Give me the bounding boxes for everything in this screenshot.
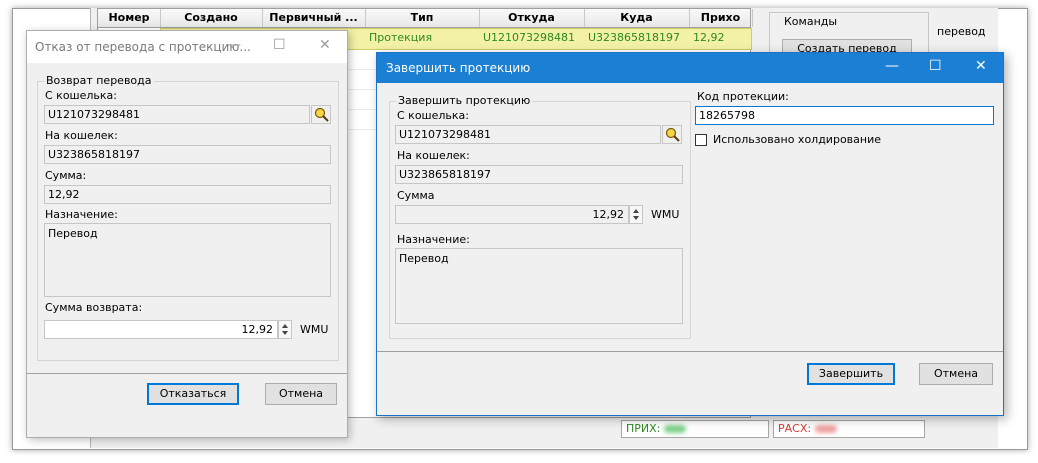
purpose-field[interactable]: Перевод (395, 248, 683, 324)
col-primary[interactable]: Первичный ... (262, 9, 366, 27)
finish-button[interactable]: Завершить (807, 363, 895, 385)
minimize-icon[interactable]: — (227, 37, 241, 53)
footer-divider (377, 351, 1003, 352)
refund-currency: WMU (300, 323, 329, 336)
income-status: ПРИХ: (621, 420, 769, 438)
amount-currency: WMU (651, 208, 680, 221)
purpose-label: Назначение: (397, 233, 470, 246)
maximize-icon[interactable]: ☐ (273, 37, 286, 53)
from-wallet-field[interactable]: U121073298481 (395, 125, 661, 144)
row-type: Протекция (369, 31, 433, 44)
purpose-field[interactable]: Перевод (44, 223, 331, 297)
expense-status: РАСХ: (773, 420, 925, 438)
row-amount: 12,92 (693, 31, 725, 44)
col-income[interactable]: Прихо (689, 9, 753, 27)
col-from[interactable]: Откуда (479, 9, 585, 27)
col-number[interactable]: Номер (98, 9, 161, 27)
holding-checkbox[interactable] (695, 134, 707, 146)
refuse-dialog: Отказ от перевода с протекцию... — ☐ ✕ В… (26, 30, 348, 438)
amount-stepper[interactable] (629, 205, 643, 224)
holding-label[interactable]: Использовано холдирование (713, 133, 881, 146)
to-label: На кошелек: (397, 149, 470, 162)
finish-protection-dialog: Завершить протекцию — ☐ ✕ Завершить прот… (376, 52, 1004, 416)
refund-amount-label: Сумма возврата: (45, 301, 143, 314)
minimize-icon[interactable]: — (885, 58, 899, 74)
expense-label: РАСХ: (778, 422, 812, 435)
expense-value-blurred (815, 425, 838, 433)
refund-group-title: Возврат перевода (44, 74, 154, 87)
col-type[interactable]: Тип (365, 9, 480, 27)
from-label: С кошелька: (45, 89, 117, 102)
close-icon[interactable]: ✕ (319, 37, 331, 53)
finish-dialog-titlebar[interactable]: Завершить протекцию — ☐ ✕ (377, 53, 1003, 83)
amount-label: Сумма (397, 189, 435, 202)
chevron-down-icon[interactable] (633, 216, 639, 220)
chevron-down-icon[interactable] (282, 331, 288, 335)
refuse-dialog-titlebar[interactable]: Отказ от перевода с протекцию... — ☐ ✕ (27, 31, 347, 63)
commands-title: Команды (784, 15, 838, 28)
finish-dialog-title: Завершить протекцию (386, 61, 531, 75)
refuse-button[interactable]: Отказаться (147, 383, 239, 405)
income-value-blurred (664, 425, 687, 433)
chevron-up-icon[interactable] (633, 209, 639, 213)
finish-group-title: Завершить протекцию (396, 94, 533, 107)
cancel-button[interactable]: Отмена (265, 383, 337, 405)
col-to[interactable]: Куда (584, 9, 690, 27)
status-bar: ПРИХ: РАСХ: (621, 418, 941, 438)
side-transfer-label[interactable]: перевод (937, 25, 986, 38)
cancel-button[interactable]: Отмена (919, 363, 993, 385)
purpose-label: Назначение: (45, 208, 118, 221)
search-icon (314, 107, 329, 122)
refund-amount-field[interactable]: 12,92 (44, 320, 278, 339)
from-wallet-field[interactable]: U121073298481 (44, 105, 310, 124)
amount-field[interactable]: 12,92 (395, 205, 629, 224)
to-wallet-field[interactable]: U323865818197 (395, 165, 683, 184)
footer-divider (27, 373, 347, 374)
to-label: На кошелек: (45, 129, 118, 142)
to-wallet-field[interactable]: U323865818197 (44, 145, 331, 164)
protection-code-label: Код протекции: (697, 90, 789, 103)
col-created[interactable]: Создано (160, 9, 263, 27)
chevron-up-icon[interactable] (282, 324, 288, 328)
row-to: U323865818197 (588, 31, 681, 44)
search-wallet-button[interactable] (662, 125, 682, 144)
row-from: U121073298481 (483, 31, 576, 44)
close-icon[interactable]: ✕ (975, 58, 987, 74)
search-wallet-button[interactable] (311, 105, 331, 124)
protection-code-input[interactable]: 18265798 (695, 106, 994, 125)
refuse-dialog-title: Отказ от перевода с протекцию... (35, 40, 251, 54)
from-label: С кошелька: (397, 109, 469, 122)
maximize-icon[interactable]: ☐ (929, 58, 942, 74)
amount-field[interactable]: 12,92 (44, 185, 331, 204)
refund-amount-stepper[interactable] (278, 320, 292, 339)
income-label: ПРИХ: (626, 422, 661, 435)
amount-label: Сумма: (45, 169, 87, 182)
grid-header: Номер Создано Первичный ... Тип Откуда К… (98, 9, 753, 28)
search-icon (665, 127, 680, 142)
